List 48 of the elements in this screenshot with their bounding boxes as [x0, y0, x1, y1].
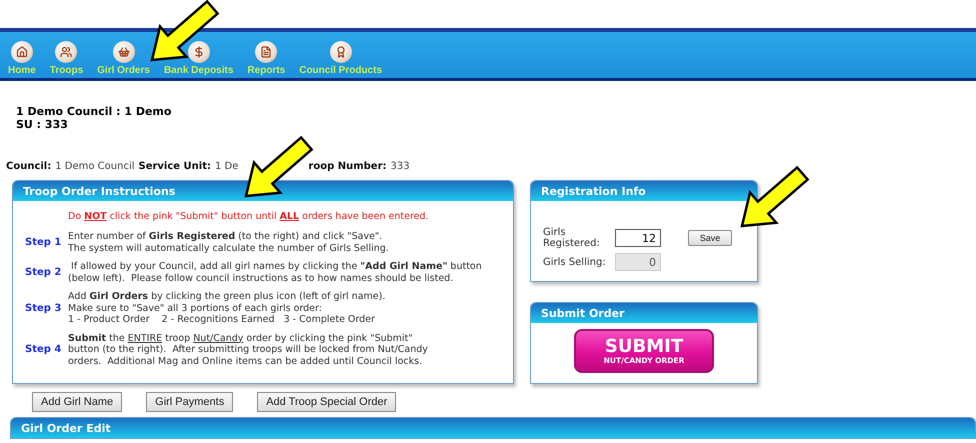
- step-text: (below left). Please follow council instructions as to how names should be listed.: [68, 272, 454, 284]
- info-label: Service Unit:: [138, 161, 211, 172]
- step-label: Step 1: [25, 237, 62, 248]
- step-text: button (to the right). After submitting troops will be locked from Nut/Candy: [68, 344, 428, 356]
- panel-title: Girl Order Edit: [11, 418, 975, 438]
- service-unit: SU : 333: [16, 118, 69, 131]
- basket-icon: [112, 41, 135, 63]
- number-field[interactable]: 12: [615, 229, 661, 247]
- step-text: Enter number of Girls Registered (to the right) and click "Save".: [68, 231, 384, 242]
- nav-item[interactable]: Bank Deposits: [164, 41, 234, 76]
- save-button[interactable]: Save: [688, 230, 732, 246]
- nav-item[interactable]: Girl Orders: [97, 41, 150, 76]
- pointer-arrow: [150, 0, 220, 62]
- panel-title: Registration Info: [531, 181, 757, 201]
- step-text: orders. Additional Mag and Online items can be added until Council locks.: [68, 356, 424, 367]
- people-icon: [55, 41, 78, 63]
- step-text: If allowed by your Council, add all girl names by clicking the "Add Girl Name" button: [70, 261, 482, 272]
- step-text: Make sure to "Save" all 3 portions of each girls order:: [68, 302, 323, 314]
- pointer-arrow: [740, 166, 810, 228]
- action-button[interactable]: Girl Payments: [146, 392, 234, 412]
- action-button[interactable]: Add Girl Name: [32, 392, 122, 412]
- step-text: Submit the ENTIRE troop Nut/Candy order by clicking the pink "Submit": [68, 332, 414, 344]
- info-value: 1 Demo Council: [55, 161, 134, 172]
- warning-text: Do NOT click the pink "Submit" button until ALL orders have been entered.: [67, 211, 430, 222]
- panel-title: Submit Order: [531, 303, 757, 323]
- step-label: Step 2: [25, 267, 62, 278]
- step-label: Step 3: [25, 302, 62, 314]
- step-label: Step 4: [25, 344, 62, 356]
- nav-item[interactable]: Reports: [247, 41, 286, 76]
- info-value: 333: [390, 161, 410, 172]
- step-text: Add Girl Orders by clicking the green plus icon (left of girl name).: [68, 291, 386, 302]
- info-label: roop Number:: [308, 161, 386, 172]
- nav-item[interactable]: Home: [8, 41, 36, 76]
- document-icon: [255, 41, 278, 63]
- house-icon: [10, 41, 33, 63]
- field-label: Girls Selling:: [543, 256, 607, 268]
- ribbon-icon: [330, 41, 352, 63]
- step-text: 1 - Product Order 2 - Recognitions Earned 3 - Complete Order: [68, 314, 376, 326]
- info-label: Council:: [6, 161, 52, 172]
- nav-item[interactable]: Troops: [50, 41, 84, 76]
- dollar-icon: [188, 41, 210, 63]
- info-value: 1 De: [215, 161, 238, 172]
- field-label: Girls Registered:: [543, 227, 601, 249]
- nav-item[interactable]: Council Products: [299, 41, 382, 76]
- panel-title: Troop Order Instructions: [13, 181, 513, 201]
- action-button[interactable]: Add Troop Special Order: [257, 392, 396, 412]
- council-name: 1 Demo Council : 1 Demo: [16, 105, 172, 118]
- step-text: The system will automatically calculate the number of Girls Selling.: [68, 242, 389, 254]
